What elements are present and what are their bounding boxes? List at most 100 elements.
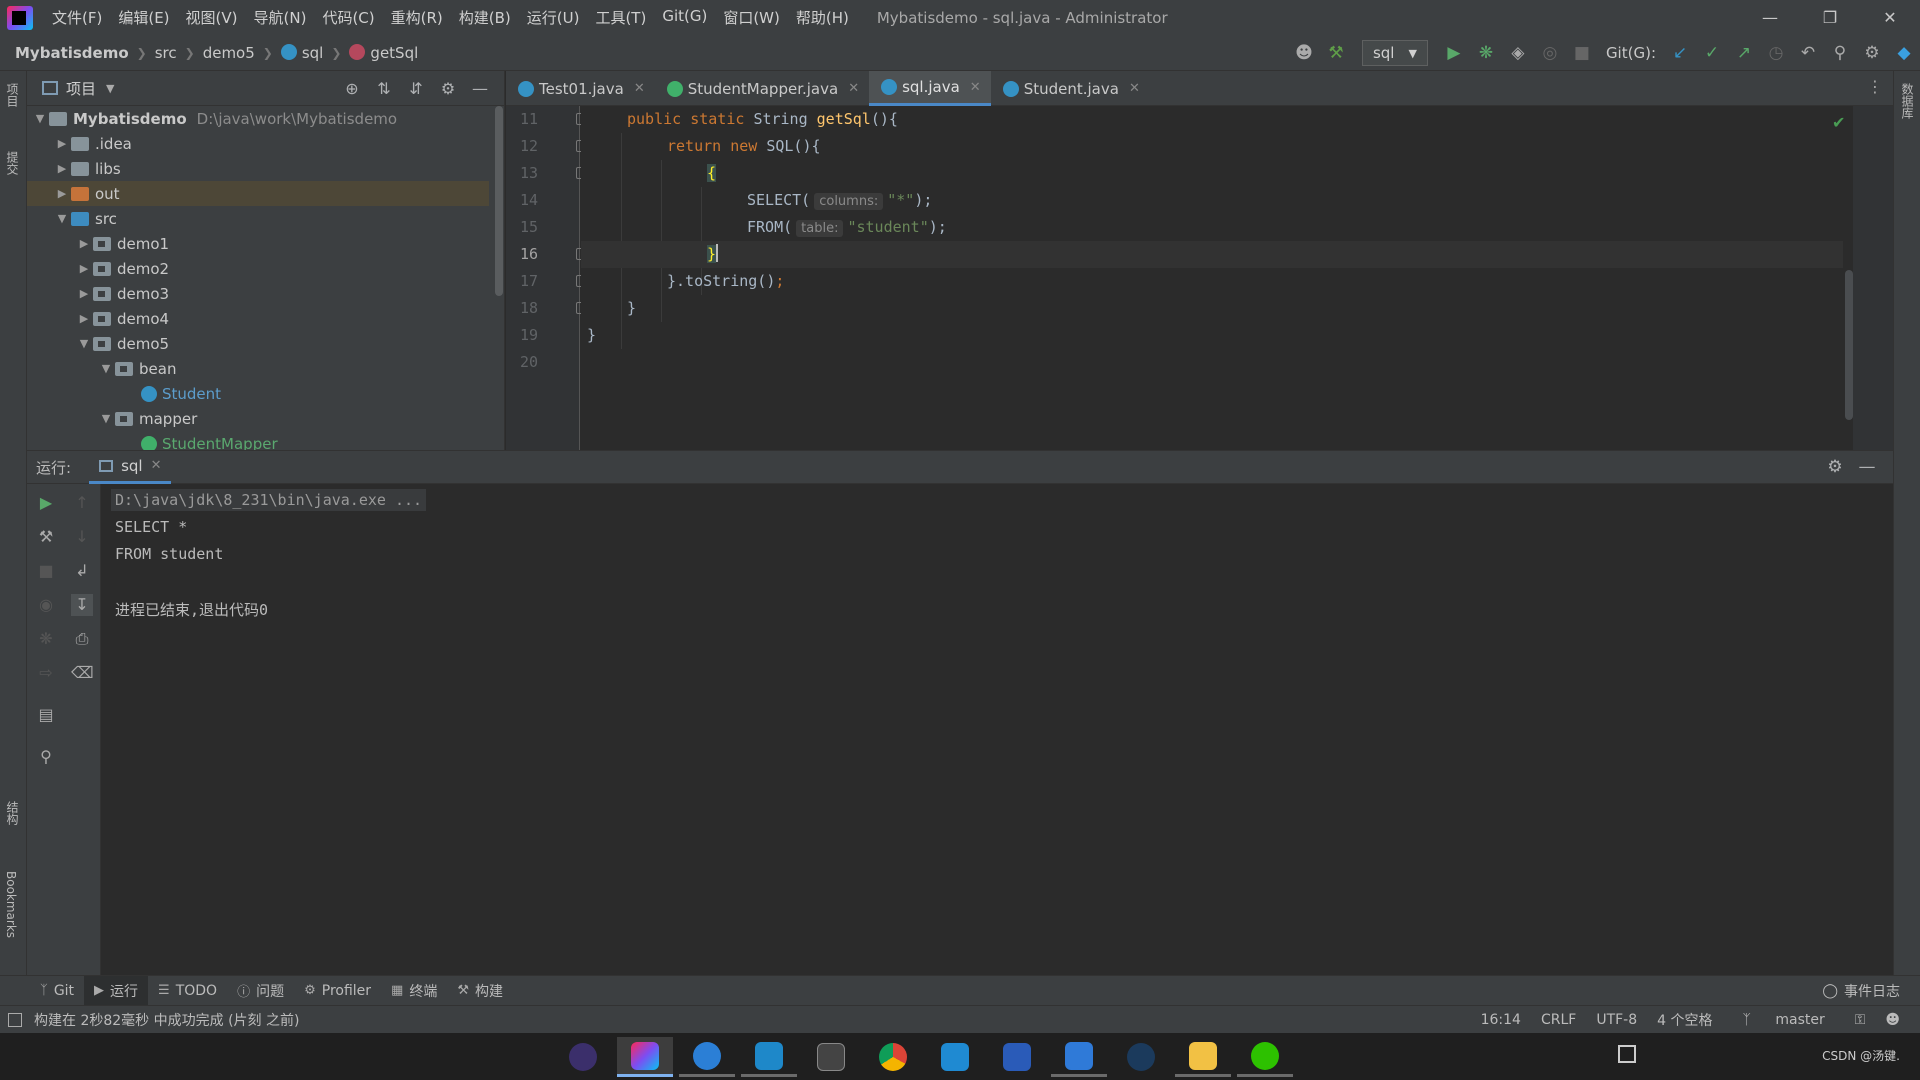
tab-student[interactable]: Student.java ✕	[991, 71, 1150, 106]
git-update-icon[interactable]: ↙	[1664, 43, 1696, 63]
chevron-down-icon[interactable]: ▼	[97, 362, 115, 375]
wrench-icon[interactable]: ⚒	[35, 526, 57, 548]
git-push-icon[interactable]: ↗	[1728, 43, 1760, 63]
inspection-ok-icon[interactable]: ✔	[1832, 113, 1845, 132]
chevron-right-icon[interactable]: ▶	[53, 187, 71, 200]
menu-code[interactable]: 代码(C)	[314, 7, 382, 28]
trash-icon[interactable]: ⌫	[71, 662, 94, 684]
stop-icon[interactable]: ■	[1566, 43, 1598, 63]
layout-icon[interactable]: ▤	[35, 704, 57, 726]
run-tab-sql[interactable]: sql ✕	[89, 450, 172, 484]
tab-studentmapper[interactable]: StudentMapper.java ✕	[655, 71, 869, 106]
project-panel-title[interactable]: 项目	[66, 78, 96, 99]
build-hammer-icon[interactable]: ⚒	[1320, 43, 1352, 63]
menu-run[interactable]: 运行(U)	[519, 7, 588, 28]
gear-icon[interactable]: ⚙	[1819, 457, 1851, 477]
close-icon[interactable]: ✕	[151, 458, 162, 473]
task-view-icon[interactable]	[1618, 1045, 1636, 1063]
intellij-logo-icon[interactable]	[7, 5, 33, 30]
arrow-down-icon[interactable]: ↓	[71, 526, 93, 548]
hide-icon[interactable]: —	[1851, 457, 1883, 477]
stripe-project[interactable]: 项目	[4, 83, 21, 107]
chevron-down-icon[interactable]: ▼	[53, 212, 71, 225]
breadcrumb-project[interactable]: Mybatisdemo	[15, 44, 129, 62]
close-icon[interactable]: ✕	[1860, 0, 1920, 35]
breadcrumb-method[interactable]: getSql	[349, 43, 418, 62]
caret-position[interactable]: 16:14	[1481, 1012, 1521, 1028]
rerun-icon[interactable]: ▶	[35, 492, 57, 514]
chevron-down-icon[interactable]: ▼	[97, 412, 115, 425]
tree-row-mapper[interactable]: ▼ mapper	[27, 406, 489, 431]
vscode-app[interactable]	[927, 1037, 983, 1077]
scroll-to-end-icon[interactable]: ↧	[71, 594, 93, 616]
chevron-down-icon[interactable]: ▼	[75, 337, 93, 350]
stripe-commit[interactable]: 提交	[4, 151, 21, 175]
visio-app[interactable]	[989, 1037, 1045, 1077]
chevron-right-icon[interactable]: ▶	[75, 287, 93, 300]
coverage-icon[interactable]: ◈	[1502, 43, 1534, 63]
tree-row-demo2[interactable]: ▶ demo2	[27, 256, 489, 281]
menu-build[interactable]: 构建(B)	[451, 7, 519, 28]
toolwindow-build[interactable]: ⚒ 构建	[447, 976, 513, 1006]
line-separator[interactable]: CRLF	[1541, 1012, 1576, 1028]
tab-test01[interactable]: Test01.java ✕	[506, 71, 655, 106]
restore-icon[interactable]: ❐	[1800, 0, 1860, 35]
print-icon[interactable]: ⎙	[71, 628, 93, 650]
tree-row-src[interactable]: ▼ src	[27, 206, 489, 231]
toolwindow-terminal[interactable]: ▦ 终端	[381, 976, 447, 1006]
inspection-profile-icon[interactable]: ☻	[1885, 1012, 1900, 1028]
debug-icon[interactable]: ❋	[1470, 43, 1502, 63]
profile-icon[interactable]: ◎	[1534, 43, 1566, 63]
menu-view[interactable]: 视图(V)	[178, 7, 246, 28]
stripe-structure[interactable]: 结构	[4, 801, 21, 825]
close-icon[interactable]: ✕	[848, 81, 859, 96]
tree-row-demo1[interactable]: ▶ demo1	[27, 231, 489, 256]
breadcrumb-demo5[interactable]: demo5	[203, 44, 255, 62]
tree-row-student[interactable]: Student	[27, 381, 489, 406]
git-branch[interactable]: ᛉ master	[1733, 1012, 1835, 1028]
menu-git[interactable]: Git(G)	[654, 7, 715, 28]
lock-icon[interactable]: ⚿	[1855, 1012, 1866, 1028]
collapse-all-icon[interactable]: ⇵	[400, 79, 432, 98]
stop-icon[interactable]: ■	[35, 560, 57, 582]
wechat-app[interactable]	[1237, 1037, 1293, 1077]
git-commit-icon[interactable]: ✓	[1696, 43, 1728, 63]
tree-row-demo3[interactable]: ▶ demo3	[27, 281, 489, 306]
chrome-app[interactable]	[865, 1037, 921, 1077]
toolwindow-run[interactable]: ▶ 运行	[84, 975, 149, 1006]
toolbox-icon[interactable]: ◆	[1888, 43, 1920, 63]
toolwindow-todo[interactable]: ☰ TODO	[148, 976, 227, 1006]
vmware-app[interactable]	[741, 1037, 797, 1077]
camera-icon[interactable]: ◉	[35, 594, 57, 616]
rollback-icon[interactable]: ↶	[1792, 43, 1824, 63]
toolwindow-profiler[interactable]: ⚙ Profiler	[294, 976, 381, 1006]
arrow-up-icon[interactable]: ↑	[71, 492, 93, 514]
menu-help[interactable]: 帮助(H)	[788, 7, 857, 28]
status-toggle-icon[interactable]	[8, 1013, 22, 1027]
menu-window[interactable]: 窗口(W)	[715, 7, 788, 28]
browser-app[interactable]	[679, 1037, 735, 1077]
indent-setting[interactable]: 4 个空格	[1657, 1010, 1712, 1030]
menu-tools[interactable]: 工具(T)	[587, 7, 654, 28]
minimize-icon[interactable]: —	[1740, 0, 1800, 35]
more-vertical-icon[interactable]: ⋮	[1867, 77, 1883, 96]
menu-navigate[interactable]: 导航(N)	[246, 7, 315, 28]
tree-row-studentmapper[interactable]: StudentMapper	[27, 431, 489, 450]
chevron-right-icon[interactable]: ▶	[53, 137, 71, 150]
tree-row-root[interactable]: ▼ Mybatisdemo D:\java\work\Mybatisdemo	[27, 106, 489, 131]
toolwindow-git[interactable]: ᛉ Git	[30, 976, 84, 1006]
close-icon[interactable]: ✕	[970, 80, 981, 95]
bug-icon[interactable]: ❋	[35, 628, 57, 650]
history-icon[interactable]: ◷	[1760, 43, 1792, 63]
code-editor[interactable]: public static String getSql(){ return ne…	[581, 106, 1843, 450]
chevron-right-icon[interactable]: ▶	[75, 237, 93, 250]
intellij-app[interactable]	[617, 1037, 673, 1077]
close-icon[interactable]: ✕	[634, 81, 645, 96]
menu-edit[interactable]: 编辑(E)	[110, 7, 177, 28]
chevron-down-icon[interactable]: ▼	[31, 112, 49, 125]
console-output[interactable]: D:\java\jdk\8_231\bin\java.exe ... SELEC…	[101, 484, 1893, 975]
gear-icon[interactable]: ⚙	[432, 79, 464, 98]
tree-row-demo4[interactable]: ▶ demo4	[27, 306, 489, 331]
todo-app[interactable]	[1051, 1037, 1107, 1077]
toolwindow-problems[interactable]: ⓘ 问题	[227, 976, 294, 1006]
